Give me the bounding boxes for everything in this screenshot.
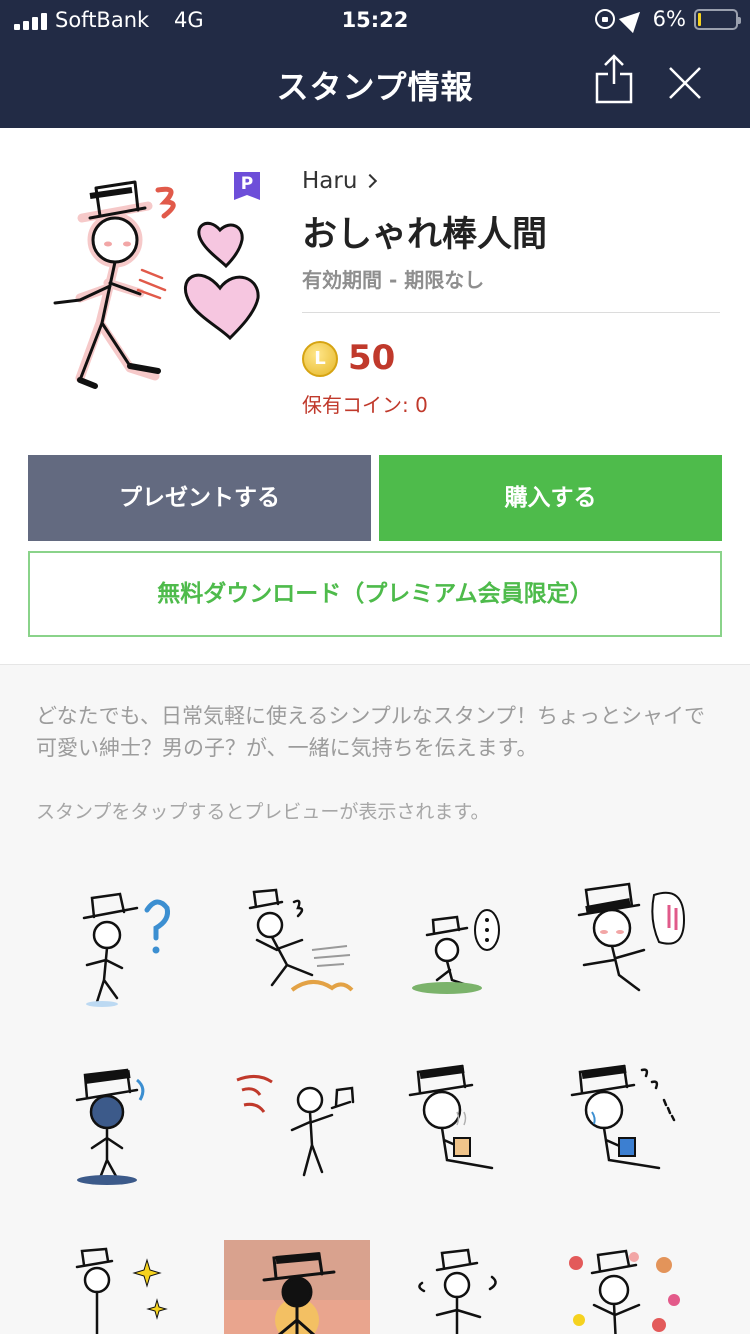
- close-icon[interactable]: [668, 66, 702, 100]
- sticker-thumbnail[interactable]: [564, 880, 694, 1010]
- free-download-button[interactable]: 無料ダウンロード（プレミアム会員限定）: [28, 551, 722, 637]
- sticker-thumbnail[interactable]: [564, 1060, 694, 1190]
- battery-percent: 6%: [652, 7, 686, 31]
- author-link[interactable]: Haru: [302, 168, 378, 194]
- sticker-thumbnail[interactable]: [224, 1240, 370, 1334]
- author-name: Haru: [302, 168, 358, 194]
- description-text: どなたでも、日常気軽に使えるシンプルなスタンプ！ちょっとシャイで可愛い紳士？男の…: [36, 704, 706, 760]
- rotation-lock-icon: [594, 9, 615, 29]
- sticker-thumbnail[interactable]: [62, 1245, 192, 1334]
- sticker-thumbnail[interactable]: [232, 880, 362, 1010]
- sticker-thumbnail[interactable]: [564, 1245, 694, 1334]
- location-icon: [618, 4, 647, 34]
- chevron-right-icon: [363, 173, 378, 189]
- sticker-title: おしゃれ棒人間: [302, 215, 548, 255]
- battery-icon: [694, 8, 741, 30]
- gift-button[interactable]: プレゼントする: [28, 455, 371, 541]
- app-header: SoftBank 4G 15:22 6% スタンプ情報: [0, 0, 750, 128]
- line-coin-icon: L: [302, 341, 338, 377]
- status-right: 6%: [594, 4, 741, 34]
- sticker-thumbnail[interactable]: [402, 1245, 532, 1334]
- buy-button[interactable]: 購入する: [379, 455, 722, 541]
- product-card: P Haru おしゃれ棒人間 有効期間 - 期限なし L 50 保有コイン: 0…: [0, 128, 750, 665]
- sticker-thumbnail[interactable]: [62, 880, 192, 1010]
- page-title: スタンプ情報: [276, 68, 474, 106]
- sticker-thumbnail[interactable]: [402, 880, 532, 1010]
- preview-hint: スタンプをタップするとプレビューが表示されます。: [36, 801, 490, 823]
- owned-coins: 保有コイン: 0: [302, 393, 428, 417]
- sticker-thumbnail[interactable]: [62, 1060, 192, 1190]
- sticker-thumbnail[interactable]: [232, 1060, 362, 1190]
- price-value: 50: [348, 338, 396, 378]
- divider: [302, 312, 720, 313]
- sticker-main-image: [53, 180, 260, 389]
- validity-label: 有効期間 - 期限なし: [302, 268, 485, 292]
- sticker-thumbnail[interactable]: [402, 1060, 532, 1190]
- status-bar: SoftBank 4G 15:22 6%: [0, 0, 750, 42]
- share-icon[interactable]: [594, 54, 634, 104]
